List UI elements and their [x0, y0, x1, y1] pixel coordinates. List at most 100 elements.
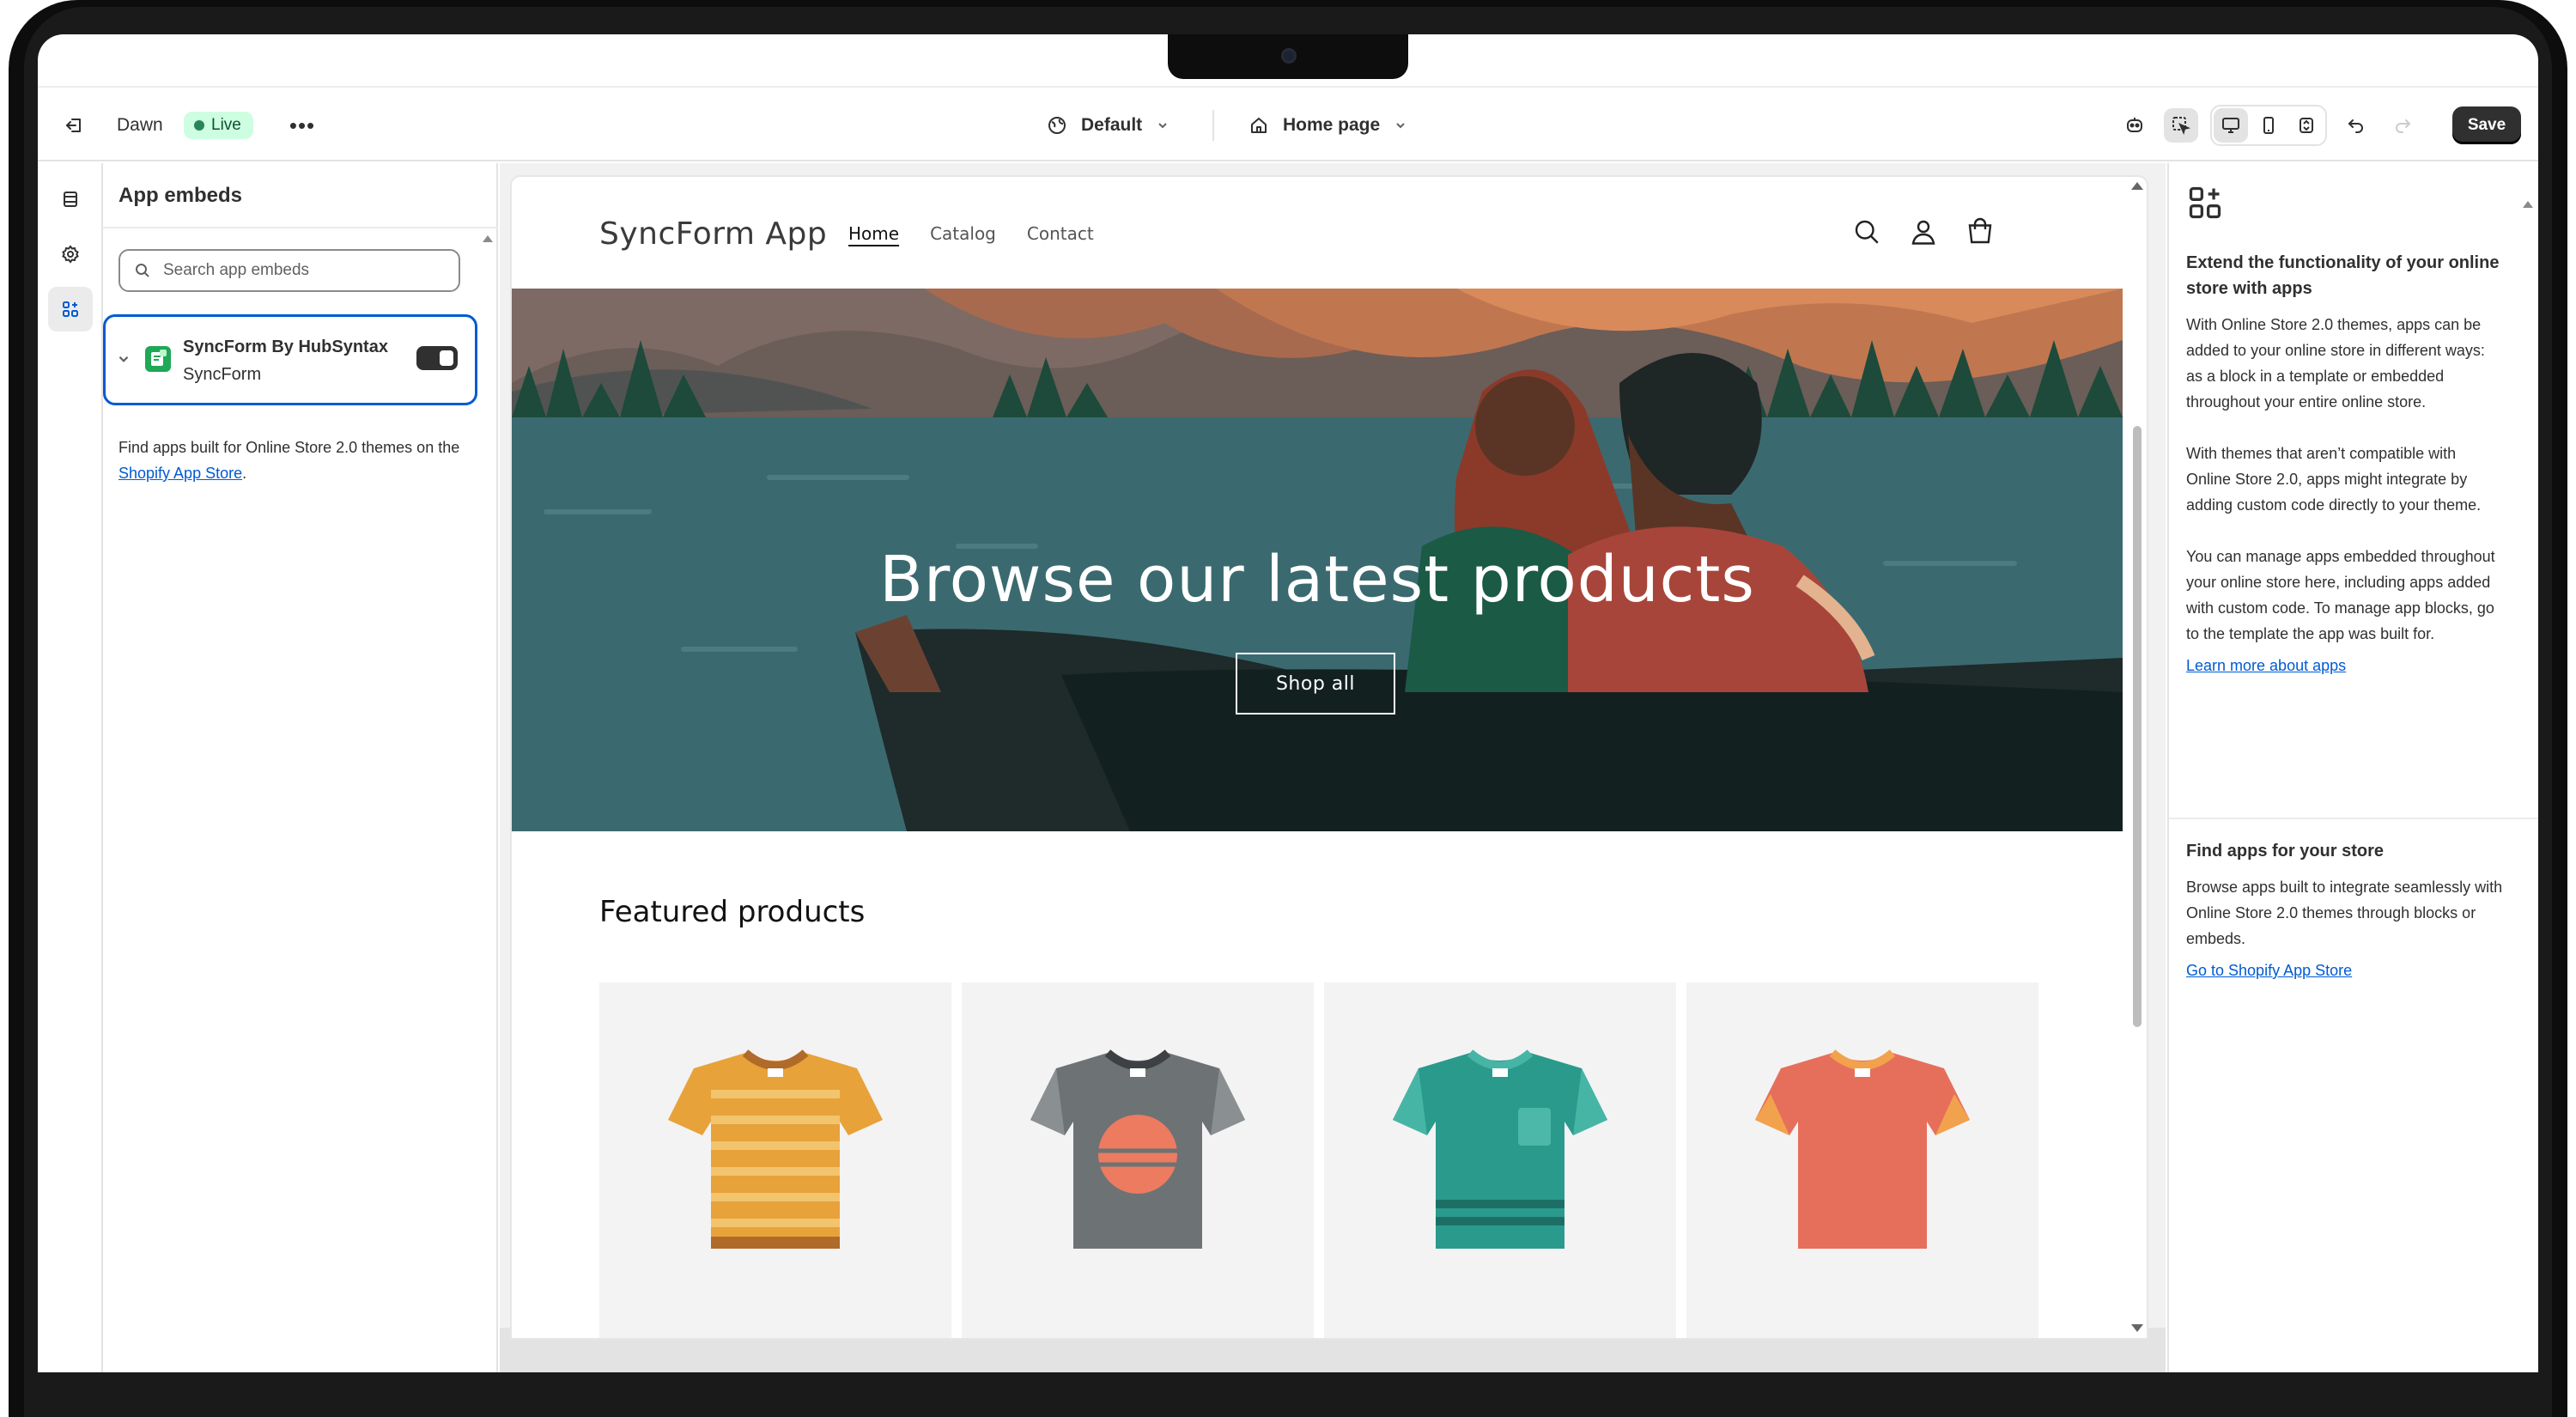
hero-banner: Browse our latest products Shop all — [512, 289, 2123, 831]
redo-icon — [2396, 119, 2411, 133]
apps-info-panel: Extend the functionality of your online … — [2167, 163, 2538, 1372]
teal-pocket-tshirt-icon — [1393, 1049, 1607, 1249]
coral-tshirt-icon — [1755, 1049, 1970, 1249]
live-status-badge: Live — [184, 112, 253, 139]
panel-title: App embeds — [118, 184, 243, 207]
desktop-view-button[interactable] — [2214, 108, 2248, 143]
product-card[interactable] — [1686, 982, 2038, 1338]
live-dot-icon — [194, 120, 204, 131]
rail-settings-button[interactable] — [48, 232, 93, 277]
mobile-view-button[interactable] — [2251, 108, 2286, 143]
chevron-down-icon[interactable] — [116, 351, 131, 367]
expand-icon — [2300, 118, 2313, 133]
rail-sections-button[interactable] — [48, 177, 93, 222]
preview-scrollbar[interactable] — [2133, 426, 2142, 1027]
page-select[interactable]: Home page — [1249, 88, 1407, 163]
apps-info-paragraph: With themes that aren’t compatible with … — [2186, 445, 2482, 514]
product-card[interactable] — [599, 982, 951, 1338]
apps-info-paragraph: With Online Store 2.0 themes, apps can b… — [2186, 316, 2485, 411]
panel-divider — [103, 227, 498, 228]
sections-icon — [64, 192, 77, 207]
device-toggle-group — [2210, 105, 2327, 146]
exit-icon — [66, 119, 81, 132]
theme-name: Dawn — [117, 115, 163, 135]
find-apps-text: Browse apps built to integrate seamlessl… — [2186, 879, 2503, 947]
template-select[interactable]: Default — [1047, 88, 1170, 163]
shop-all-button[interactable]: Shop all — [1236, 653, 1395, 715]
chevron-down-icon — [1158, 123, 1167, 129]
redo-button[interactable] — [2385, 108, 2420, 143]
undo-icon — [2348, 119, 2363, 133]
apps-info-content: Extend the functionality of your online … — [2186, 184, 2504, 675]
account-icon[interactable] — [1908, 216, 1939, 247]
nav-link-home[interactable]: Home — [848, 223, 899, 244]
shopify-app-store-link[interactable]: Go to Shopify App Store — [2186, 962, 2352, 980]
nav-link-contact[interactable]: Contact — [1027, 223, 1094, 244]
featured-products-title: Featured products — [599, 895, 866, 929]
preview-scroll-up-icon[interactable] — [2131, 182, 2143, 190]
app-embed-card[interactable]: SyncForm By HubSyntax SyncForm — [103, 314, 477, 405]
preview-scroll-down-icon[interactable] — [2131, 1324, 2143, 1332]
topbar-tools: Save — [2117, 88, 2521, 163]
camera-icon — [1281, 48, 1297, 64]
template-select-label: Default — [1081, 115, 1143, 135]
panel-divider — [2169, 818, 2538, 819]
app-embed-toggle[interactable] — [416, 346, 458, 370]
help-text: Find apps built for Online Store 2.0 the… — [118, 439, 460, 456]
product-card[interactable] — [962, 982, 1314, 1338]
scroll-up-arrow-icon[interactable] — [483, 235, 493, 242]
nav-link-catalog[interactable]: Catalog — [930, 223, 996, 244]
rail-app-embeds-button[interactable] — [48, 287, 93, 331]
orange-striped-tshirt-icon — [668, 1049, 883, 1249]
live-status-label: Live — [211, 116, 241, 134]
apps-info-paragraph: You can manage apps embedded throughout … — [2186, 548, 2495, 642]
store-header-icons — [1851, 216, 1996, 247]
product-card[interactable] — [1324, 982, 1676, 1338]
topbar-divider — [1212, 110, 1214, 141]
grey-sunset-tshirt-icon — [1030, 1049, 1245, 1249]
learn-more-link[interactable]: Learn more about apps — [2186, 657, 2346, 675]
desktop-icon — [2222, 118, 2239, 133]
apps-icon — [2189, 186, 2221, 219]
help-text-end: . — [242, 465, 247, 482]
app-embeds-panel: App embeds SyncForm By HubSyntax SyncFor… — [103, 163, 498, 1372]
chevron-down-icon — [1396, 123, 1405, 129]
undo-button[interactable] — [2339, 108, 2373, 143]
search-icon[interactable] — [1851, 216, 1882, 247]
find-apps-heading: Find apps for your store — [2186, 842, 2385, 861]
app-embed-subtitle: SyncForm — [183, 365, 262, 384]
editor-icon-rail — [38, 163, 103, 1372]
search-icon — [136, 264, 149, 277]
search-input[interactable] — [163, 261, 447, 280]
preview-canvas: SyncForm App Home Catalog Contact Browse… — [500, 163, 2166, 1372]
shopify-app-store-link[interactable]: Shopify App Store — [118, 465, 242, 482]
save-button[interactable]: Save — [2452, 106, 2521, 144]
robot-icon — [2127, 118, 2142, 132]
camera-notch — [1168, 34, 1408, 79]
gear-icon — [62, 245, 79, 264]
globe-icon — [1048, 117, 1066, 134]
find-apps-section: Find apps for your store Browse apps bui… — [2186, 838, 2504, 980]
storefront-preview[interactable]: SyncForm App Home Catalog Contact Browse… — [512, 177, 2147, 1338]
hero-title: Browse our latest products — [879, 543, 1755, 617]
inspector-button[interactable] — [2164, 108, 2198, 143]
search-app-embeds[interactable] — [118, 249, 460, 292]
store-header: SyncForm App Home Catalog Contact — [512, 177, 2123, 289]
store-nav: Home Catalog Contact — [848, 223, 1094, 244]
cart-icon[interactable] — [1965, 216, 1996, 247]
syncform-logo-icon — [145, 346, 171, 372]
page-select-label: Home page — [1283, 115, 1381, 135]
cursor-select-icon — [2172, 117, 2191, 136]
store-logo[interactable]: SyncForm App — [599, 216, 827, 252]
fullscreen-view-button[interactable] — [2289, 108, 2324, 143]
more-actions-button[interactable]: ••• — [285, 88, 319, 163]
exit-button[interactable] — [55, 88, 93, 163]
scroll-up-arrow-icon[interactable] — [2523, 201, 2533, 208]
home-icon — [1251, 118, 1267, 133]
editor-topbar: Dawn Live ••• Default Home page Save — [38, 86, 2538, 161]
mobile-icon — [2263, 117, 2274, 134]
screen: Dawn Live ••• Default Home page Save App… — [38, 34, 2538, 1372]
panel-help-text: Find apps built for Online Store 2.0 the… — [118, 435, 479, 486]
app-embeds-icon — [63, 301, 78, 317]
sidekick-button[interactable] — [2117, 108, 2152, 143]
